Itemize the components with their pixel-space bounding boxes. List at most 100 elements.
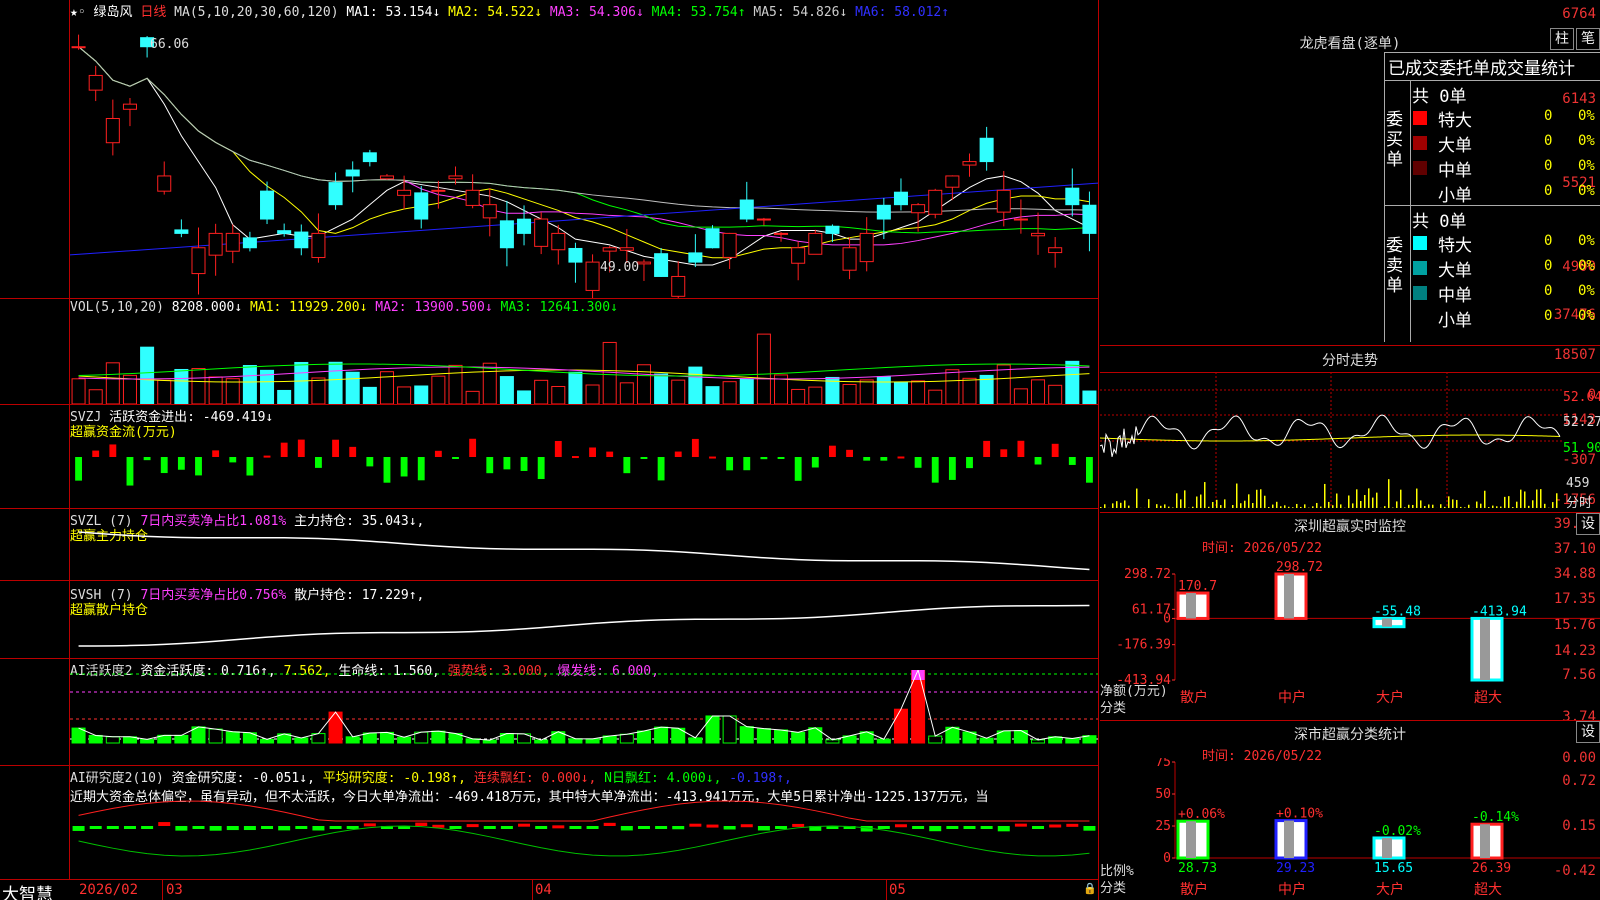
sz1-settings-button[interactable]: 设 (1576, 513, 1600, 535)
activity-bar (619, 733, 634, 744)
candle (825, 225, 840, 234)
activity-bar (328, 711, 343, 744)
intraday-vol-bar (1316, 502, 1318, 508)
sell-total: 共 0单 (1412, 212, 1467, 232)
volume-header: VOL(5,10,20) 8208.000↓ MA1: 11929.200↓ M… (70, 300, 618, 315)
sz2-settings-button[interactable]: 设 (1576, 721, 1600, 743)
activity-bar (294, 737, 309, 744)
buy-row-name: 小单 (1438, 186, 1472, 206)
research-bar (689, 823, 702, 827)
buy-row-percent: 0% (1578, 133, 1595, 149)
volume-bar (619, 382, 634, 404)
candle (362, 152, 377, 163)
ma-line (78, 46, 1090, 213)
intraday-vol-bar (1460, 506, 1462, 508)
intraday-vol-bar (1288, 506, 1290, 508)
intraday-vol-bar (1512, 507, 1514, 508)
intraday-vol-bar (1504, 496, 1506, 508)
intraday-y: 52.27 (1563, 415, 1600, 430)
intraday-vol-bar (1408, 504, 1410, 508)
flow-bar (263, 455, 271, 458)
vol-ma1: MA1: 11929.200↓ (250, 300, 368, 315)
intraday-vol-bar (1280, 506, 1282, 508)
intraday-vol-bar (1508, 496, 1510, 508)
sz2-chart[interactable]: 75 50 25 0 +0.06% 28.73 散户 +0.10% 29.23 中户 -0.02% 1… (1100, 758, 1600, 900)
buy-color-swatch (1413, 136, 1427, 150)
volume-chart[interactable] (70, 316, 1098, 404)
buy-row-percent: 0% (1578, 183, 1595, 199)
brand-logo[interactable]: 大智慧 (2, 880, 53, 900)
intraday-vol-bar (1528, 505, 1530, 508)
flow-bar (366, 457, 374, 467)
intraday-vol-bar (1332, 505, 1334, 508)
intraday-vol-bar (1468, 504, 1470, 508)
intraday-vol-bar (1120, 502, 1122, 508)
bar-value-label: +0.06% (1178, 807, 1225, 822)
sell-row-name: 小单 (1438, 311, 1472, 331)
candle (996, 189, 1011, 213)
candle (1048, 247, 1063, 254)
intraday-vol-bar (1452, 499, 1454, 508)
candle (979, 137, 994, 163)
candle (962, 161, 977, 166)
intraday-vol-bar (1252, 503, 1254, 508)
flow-bar (109, 444, 117, 457)
research-bar (278, 826, 291, 831)
activity-bar (1013, 730, 1028, 744)
sz1-chart[interactable]: 298.7261.170-176.39-413.94170.7散户298.72中… (1100, 554, 1600, 718)
intraday-vol-bar (1116, 501, 1118, 508)
intraday-vol-bar (1220, 505, 1222, 508)
intraday-vol-bar (1368, 488, 1370, 508)
svzj-chart[interactable] (70, 420, 1098, 506)
ai-research-chart[interactable] (70, 800, 1098, 879)
flow-bar (315, 457, 322, 468)
kline-chart[interactable] (70, 18, 1098, 298)
research-bar (89, 826, 102, 829)
candle (739, 199, 754, 220)
volume-bar (88, 389, 103, 404)
research-bar (929, 826, 942, 832)
intraday-vol-bar (1432, 504, 1434, 508)
activity-bar (225, 731, 240, 744)
lhb-stats-title[interactable]: 已成交委托单成交量统计 (1388, 54, 1600, 79)
candle (448, 175, 463, 180)
bar-mode-button[interactable]: 柱 (1550, 28, 1574, 50)
ai2-n-red: N日飘红: 4.000↓, (604, 771, 722, 786)
intraday-vol-bar (1428, 504, 1430, 508)
intraday-vol-bar (1240, 503, 1242, 508)
svzl-chart[interactable] (70, 520, 1098, 580)
research-bar (552, 825, 565, 829)
intraday-chart[interactable] (1100, 372, 1562, 508)
candle (1031, 232, 1046, 237)
flow-bar (212, 450, 220, 457)
intraday-vol-bar (1348, 495, 1350, 508)
intraday-vol-bar (1336, 493, 1338, 508)
intraday-vol-bar (1420, 500, 1422, 508)
ai-activity-chart[interactable] (70, 670, 1098, 765)
ai2-red-streak: 连续飘红: 0.000↓, (473, 771, 597, 786)
research-bar (329, 826, 342, 829)
flow-bar (434, 450, 442, 457)
candle (482, 204, 497, 219)
tick-mode-button[interactable]: 笔 (1576, 28, 1600, 50)
flow-bar (160, 457, 168, 474)
intraday-vol-bar (1236, 483, 1238, 508)
research-bar (1032, 826, 1045, 829)
date-tick: 05 (889, 882, 906, 898)
volume-bar (414, 385, 429, 404)
flow-bar (863, 457, 871, 461)
date-tick: 03 (166, 882, 183, 898)
volume-bar (431, 375, 446, 404)
svsh-chart[interactable] (70, 596, 1098, 658)
intraday-vol-bar (1200, 494, 1202, 508)
activity-bar (979, 737, 994, 744)
volume-bar (362, 386, 377, 404)
candle (551, 232, 566, 251)
divider-vol (0, 404, 1098, 405)
lock-icon[interactable]: 🔒 (1083, 882, 1097, 895)
volume-bar (551, 385, 566, 404)
date-tick: 04 (535, 882, 552, 898)
intraday-vol-bar (1196, 496, 1198, 508)
candle (345, 169, 360, 177)
candle (585, 261, 600, 291)
